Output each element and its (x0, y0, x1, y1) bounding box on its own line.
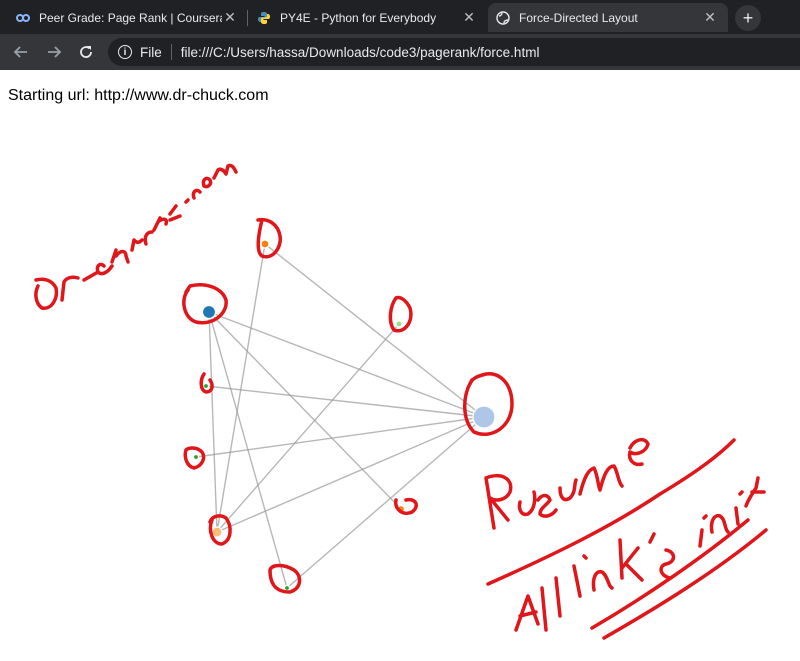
close-tab-icon[interactable]: ✕ (702, 9, 718, 26)
arrow-left-icon (13, 46, 27, 58)
tab-title: Peer Grade: Page Rank | Coursera (39, 10, 222, 25)
reload-button[interactable] (74, 40, 98, 64)
toolbar: i File file:///C:/Users/hassa/Downloads/… (0, 34, 800, 70)
graph-node[interactable] (202, 382, 210, 390)
ink-circle (256, 217, 282, 259)
graph-link (195, 416, 485, 458)
graph-link (216, 416, 485, 533)
url-text[interactable]: file:///C:/Users/hassa/Downloads/code3/p… (181, 45, 540, 60)
graph-link (286, 416, 485, 589)
close-tab-icon[interactable]: ✕ (461, 9, 477, 26)
graph-node[interactable] (260, 239, 270, 249)
python-icon (257, 11, 271, 25)
handwritten-annotations (34, 163, 768, 640)
graph-node[interactable] (201, 304, 217, 320)
page-content: Starting url: http://www.dr-chuck.com (0, 70, 800, 661)
graph-link (208, 311, 288, 589)
arrow-right-icon (48, 46, 62, 58)
graph-node[interactable] (192, 453, 200, 461)
tab-force-directed[interactable]: Force-Directed Layout ✕ (488, 3, 728, 32)
graph-links (195, 243, 485, 589)
tab-strip: Peer Grade: Page Rank | Coursera ✕ PY4E … (0, 0, 800, 34)
tab-title: Force-Directed Layout (519, 10, 638, 25)
ink-underline (486, 438, 736, 586)
plus-icon: + (742, 7, 754, 28)
info-icon[interactable]: i (118, 45, 132, 59)
forward-button[interactable] (42, 40, 66, 64)
new-tab-button[interactable]: + (735, 5, 761, 31)
ink-underline (602, 528, 768, 640)
graph-node[interactable] (472, 405, 496, 429)
ink-underline (590, 518, 750, 630)
reload-icon (80, 46, 92, 58)
scheme-label: File (140, 44, 162, 60)
back-button[interactable] (9, 40, 33, 64)
address-divider (170, 44, 172, 60)
tab-peer-grade[interactable]: Peer Grade: Page Rank | Coursera ✕ (8, 3, 248, 32)
graph-link (216, 323, 400, 533)
force-graph (34, 163, 768, 640)
address-bar[interactable]: i File file:///C:/Users/hassa/Downloads/… (108, 38, 800, 66)
tab-py4e[interactable]: PY4E - Python for Everybody ✕ (249, 3, 487, 32)
graph-link (208, 311, 218, 533)
graph-link (264, 243, 485, 418)
tab-divider (247, 10, 248, 26)
tab-title: PY4E - Python for Everybody (280, 10, 437, 25)
graph-node[interactable] (395, 320, 403, 328)
graph-node[interactable] (283, 584, 291, 592)
close-tab-icon[interactable]: ✕ (222, 9, 238, 26)
browser-chrome: Peer Grade: Page Rank | Coursera ✕ PY4E … (0, 0, 800, 70)
globe-icon (496, 10, 510, 25)
coursera-icon (16, 11, 30, 25)
